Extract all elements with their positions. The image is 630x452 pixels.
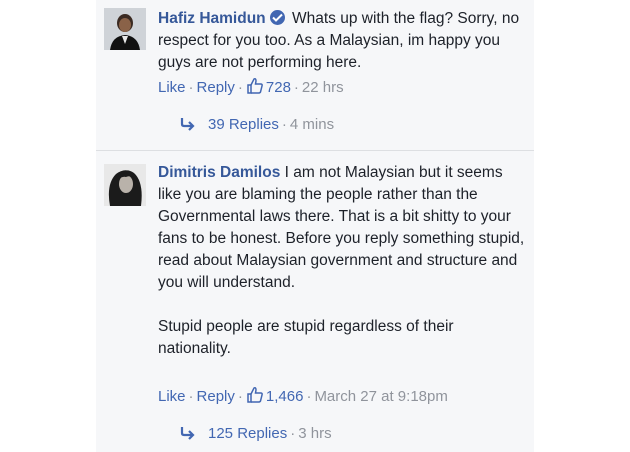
reply-button[interactable]: Reply: [197, 79, 235, 96]
comment-text-block: Dimitris Damilos I am not Malaysian but …: [158, 162, 528, 360]
reply-arrow-icon: [180, 426, 196, 446]
like-button[interactable]: Like: [158, 388, 186, 405]
reply-button[interactable]: Reply: [197, 388, 235, 405]
comment-actions: Like · Reply · 1,466 · March 27 at 9:18pm: [158, 386, 448, 410]
likes-count-link[interactable]: 728: [246, 78, 291, 96]
comment-actions: Like · Reply · 728 · 22 hrs: [158, 77, 344, 101]
thumbs-up-icon: [246, 77, 264, 101]
replies-link[interactable]: 39 Replies · 4 mins: [180, 115, 334, 137]
comment-time[interactable]: 22 hrs: [302, 79, 344, 96]
reply-arrow-icon: [180, 117, 196, 137]
replies-time: 3 hrs: [298, 425, 332, 442]
like-button[interactable]: Like: [158, 79, 186, 96]
likes-count: 1,466: [265, 388, 304, 405]
likes-count-link[interactable]: 1,466: [246, 387, 304, 405]
replies-link[interactable]: 125 Replies · 3 hrs: [180, 424, 332, 446]
avatar[interactable]: [104, 164, 146, 206]
divider: [96, 150, 534, 151]
comment-time[interactable]: March 27 at 9:18pm: [314, 388, 447, 405]
replies-count[interactable]: 39 Replies: [208, 116, 279, 133]
replies-count[interactable]: 125 Replies: [208, 425, 287, 442]
thumbs-up-icon: [246, 386, 264, 410]
avatar[interactable]: [104, 8, 146, 50]
verified-badge-icon: [269, 10, 285, 25]
comments-panel: Hafiz Hamidun Whats up with the flag? So…: [96, 0, 534, 452]
comment-text-2: Stupid people are stupid regardless of t…: [158, 318, 454, 357]
comment-text-block: Hafiz Hamidun Whats up with the flag? So…: [158, 8, 528, 74]
comment-text: I am not Malaysian but it seems like you…: [158, 164, 525, 291]
comment-author[interactable]: Dimitris Damilos: [158, 164, 280, 181]
comment-author[interactable]: Hafiz Hamidun: [158, 10, 266, 27]
replies-time: 4 mins: [289, 116, 335, 133]
likes-count: 728: [265, 79, 291, 96]
